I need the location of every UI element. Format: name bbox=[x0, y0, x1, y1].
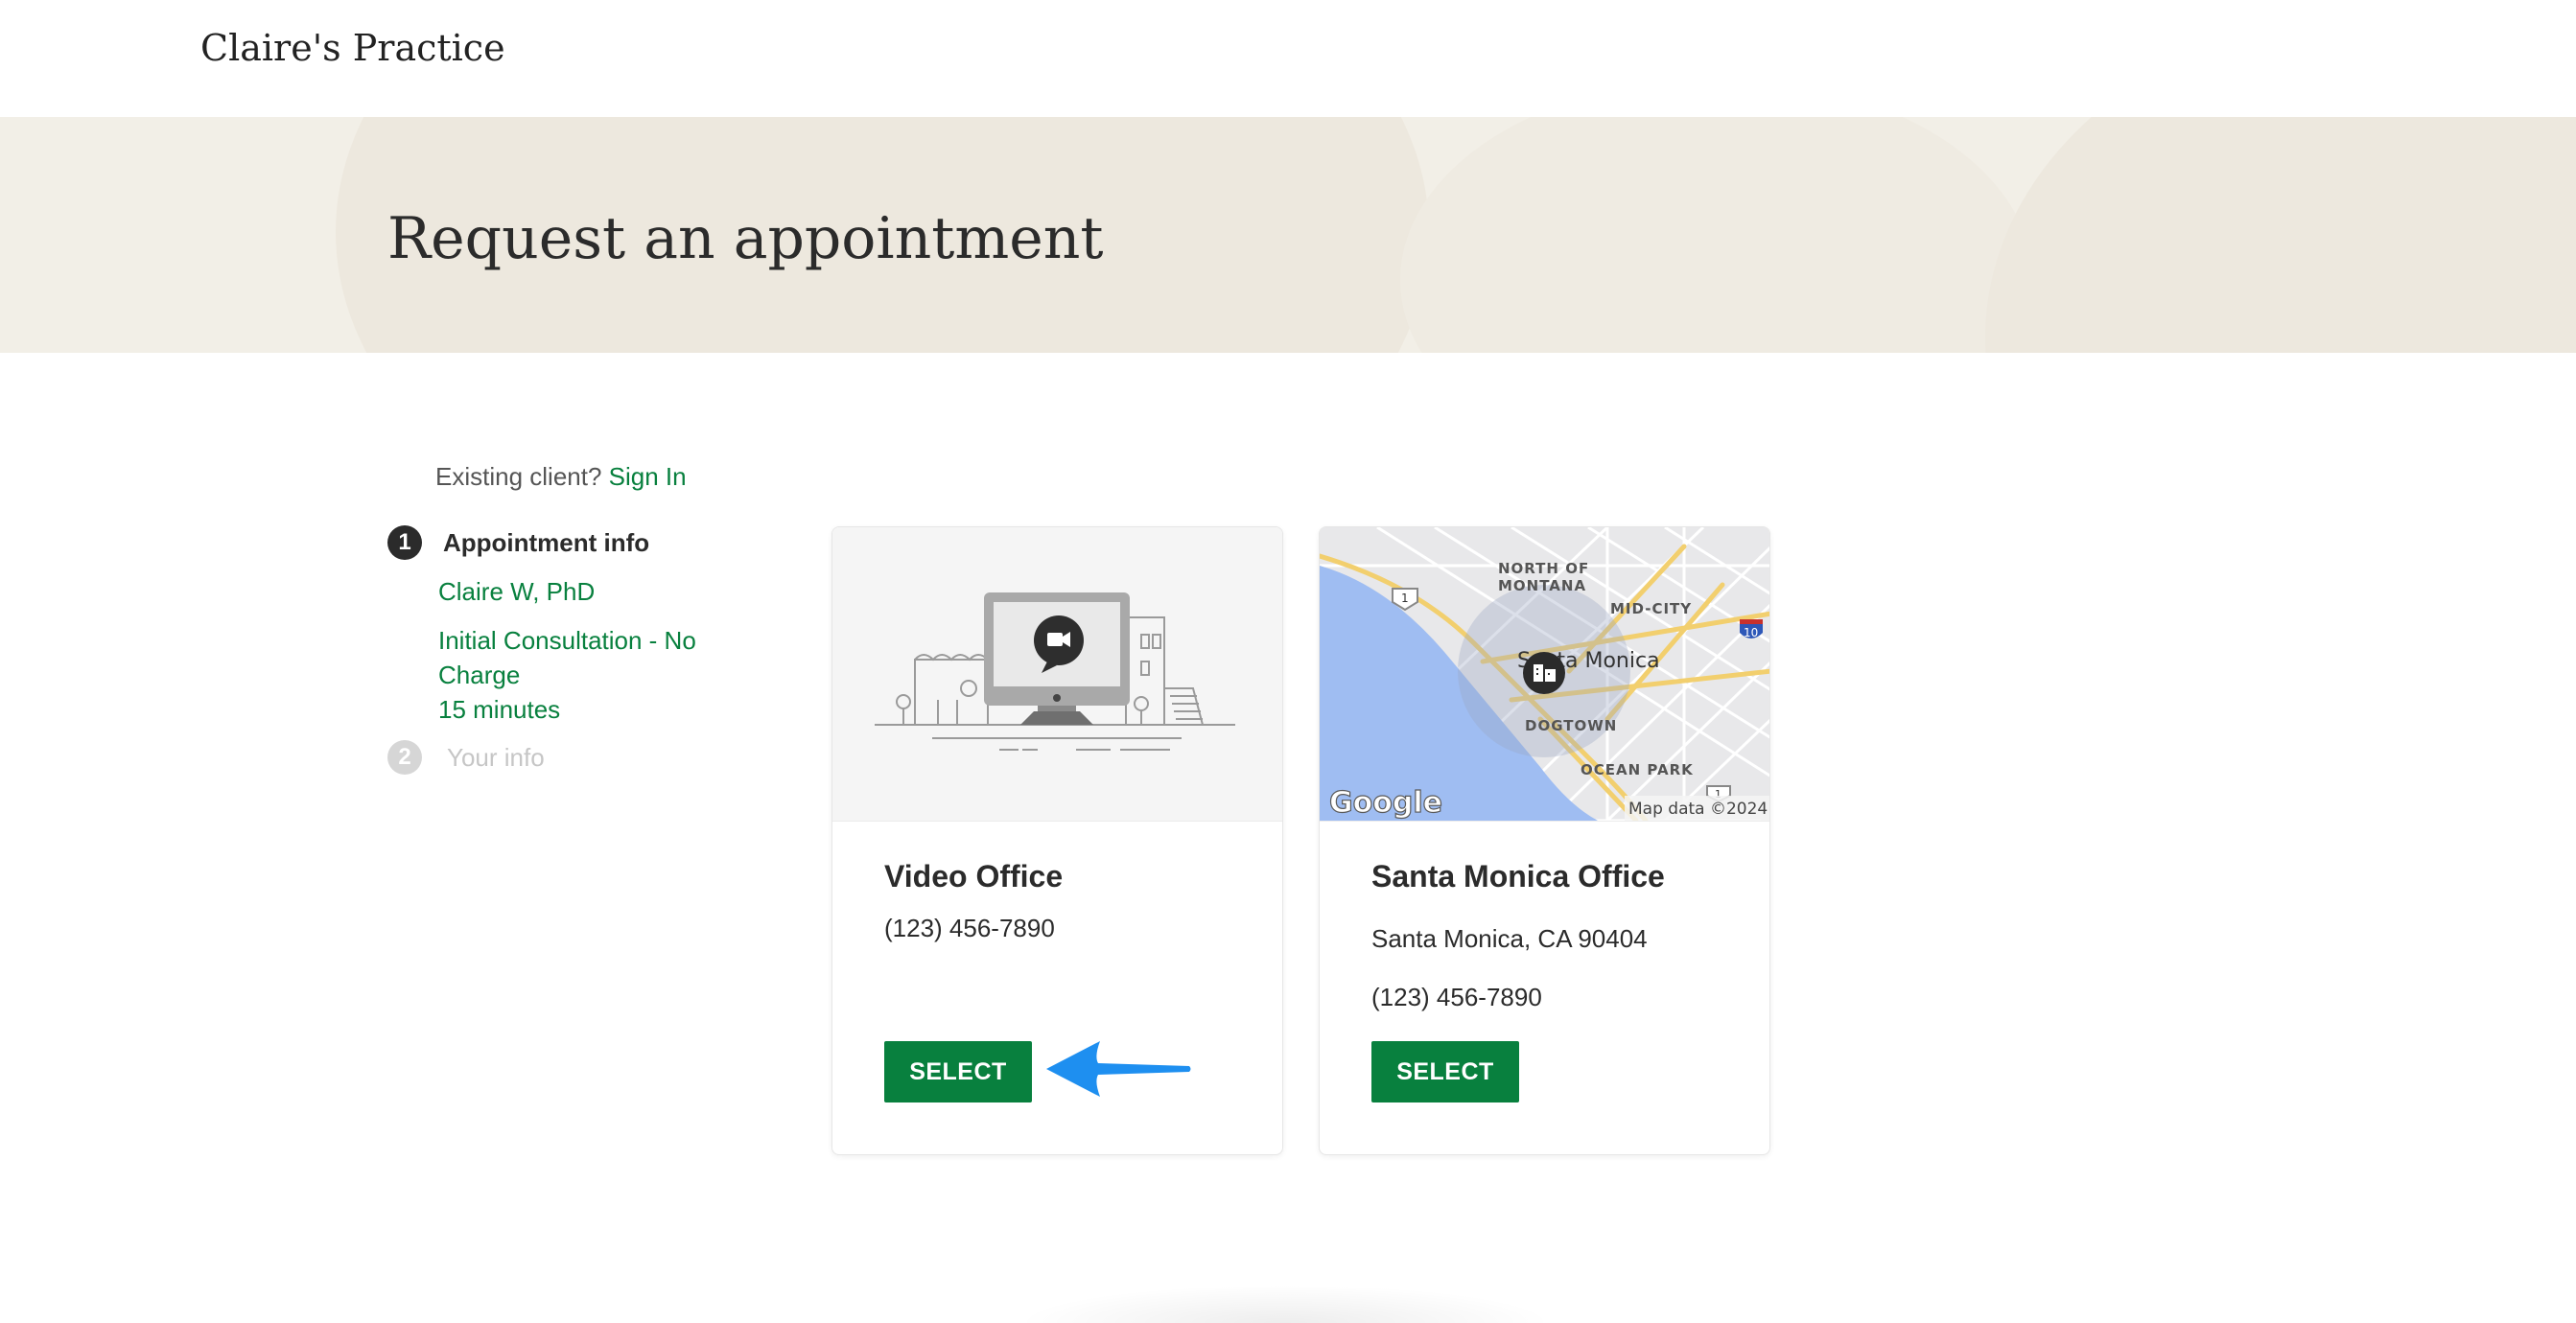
map-label-north-of: NORTH OF bbox=[1498, 560, 1589, 577]
step-your-info: 2 Your info bbox=[387, 740, 545, 775]
map-attribution[interactable]: Map data ©2024 bbox=[1628, 800, 1768, 819]
top-bar: Claire's Practice bbox=[0, 0, 2576, 117]
pointer-arrow-icon bbox=[1046, 1041, 1191, 1097]
select-video-office-button[interactable]: SELECT bbox=[884, 1041, 1032, 1102]
selected-duration-link[interactable]: 15 minutes bbox=[438, 692, 560, 727]
selected-service-link[interactable]: Initial Consultation - No Charge bbox=[438, 623, 745, 692]
google-logo: Google bbox=[1329, 786, 1442, 820]
step-appointment-info: 1 Appointment info bbox=[387, 525, 649, 560]
office-name: Video Office bbox=[884, 859, 1064, 894]
sign-in-link[interactable]: Sign In bbox=[609, 462, 687, 491]
hero-banner: Request an appointment bbox=[0, 117, 2576, 353]
hero-decoration bbox=[1985, 117, 2576, 353]
map-label-mid-city: MID-CITY bbox=[1610, 600, 1692, 617]
step-number-badge: 1 bbox=[387, 525, 422, 560]
office-address: Santa Monica, CA 90404 bbox=[1371, 924, 1648, 953]
existing-client-prompt: Existing client? Sign In bbox=[435, 462, 687, 492]
practice-name[interactable]: Claire's Practice bbox=[200, 27, 505, 69]
office-location-pin-icon[interactable] bbox=[1523, 652, 1565, 694]
bottom-shadow bbox=[1017, 1285, 1554, 1323]
office-map[interactable]: NORTH OF MONTANA MID-CITY DOGTOWN OCEAN … bbox=[1320, 527, 1769, 822]
office-card-santa-monica[interactable]: NORTH OF MONTANA MID-CITY DOGTOWN OCEAN … bbox=[1319, 526, 1770, 1155]
svg-text:10: 10 bbox=[1744, 626, 1758, 639]
page-title: Request an appointment bbox=[387, 205, 1104, 272]
step-label: Your info bbox=[447, 742, 545, 772]
step-number-badge: 2 bbox=[387, 740, 422, 775]
step-label: Appointment info bbox=[443, 527, 650, 557]
map-label-ocean-park: OCEAN PARK bbox=[1581, 761, 1694, 778]
selected-clinician-link[interactable]: Claire W, PhD bbox=[438, 574, 595, 609]
map-label-montana: MONTANA bbox=[1498, 577, 1586, 594]
select-santa-monica-office-button[interactable]: SELECT bbox=[1371, 1041, 1519, 1102]
svg-text:1: 1 bbox=[1401, 592, 1409, 605]
map-image: NORTH OF MONTANA MID-CITY DOGTOWN OCEAN … bbox=[1320, 527, 1769, 821]
video-office-icon bbox=[875, 592, 1235, 751]
office-phone: (123) 456-7890 bbox=[1371, 983, 1542, 1011]
video-office-illustration bbox=[832, 527, 1282, 822]
map-label-dogtown: DOGTOWN bbox=[1525, 717, 1617, 734]
hero-decoration bbox=[1400, 117, 2033, 353]
office-phone: (123) 456-7890 bbox=[884, 914, 1055, 942]
existing-client-text: Existing client? bbox=[435, 462, 602, 491]
office-name: Santa Monica Office bbox=[1371, 859, 1665, 894]
